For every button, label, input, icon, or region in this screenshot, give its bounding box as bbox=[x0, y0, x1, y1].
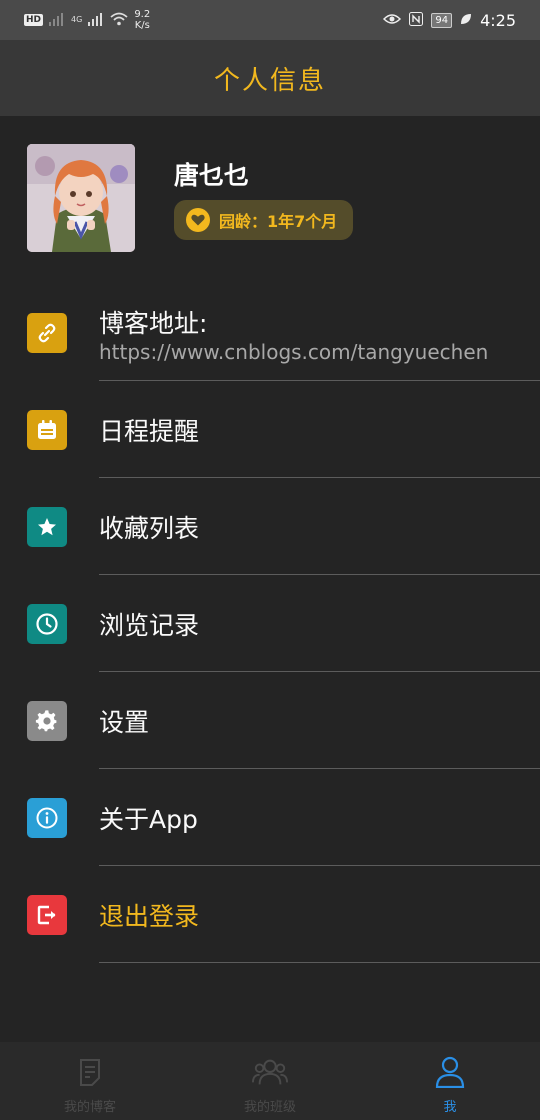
document-icon bbox=[72, 1054, 108, 1090]
eye-icon bbox=[383, 12, 402, 29]
username: 唐乜乜 bbox=[174, 161, 250, 190]
tab-my-blog[interactable]: 我的博客 bbox=[0, 1042, 180, 1120]
menu-item-about[interactable]: 关于App bbox=[0, 769, 540, 866]
menu-item-favorites[interactable]: 收藏列表 bbox=[0, 478, 540, 575]
star-icon bbox=[27, 506, 67, 547]
menu-label: 退出登录 bbox=[99, 901, 200, 931]
clock-icon bbox=[27, 603, 67, 644]
network-speed: 9.2 K/s bbox=[134, 9, 150, 31]
menu-item-history[interactable]: 浏览记录 bbox=[0, 575, 540, 672]
menu-label: 日程提醒 bbox=[99, 416, 200, 446]
signal-icon bbox=[49, 12, 65, 29]
network-speed-unit: K/s bbox=[134, 20, 150, 31]
tab-me[interactable]: 我 bbox=[360, 1042, 540, 1120]
status-right: 94 4:25 bbox=[383, 11, 516, 30]
page-title: 个人信息 bbox=[213, 65, 326, 96]
menu-label: 收藏列表 bbox=[99, 513, 200, 543]
signal-icon-2 bbox=[88, 12, 104, 29]
nfc-icon bbox=[409, 11, 424, 29]
status-left: HD 4G 9.2 K/s bbox=[24, 9, 150, 31]
app-header: 个人信息 bbox=[0, 40, 540, 116]
menu-item-logout[interactable]: 退出登录 bbox=[0, 866, 540, 963]
tab-label: 我的班级 bbox=[243, 1100, 296, 1115]
menu-label: 浏览记录 bbox=[99, 610, 200, 640]
tab-label: 我的博客 bbox=[63, 1100, 116, 1115]
divider bbox=[99, 962, 540, 963]
account-age-text: 园龄：1年7个月 bbox=[219, 212, 338, 231]
account-age-badge: 园龄：1年7个月 bbox=[174, 200, 354, 240]
logout-icon bbox=[27, 894, 67, 935]
network-type-label: 4G bbox=[71, 15, 83, 24]
blog-label: 博客地址: bbox=[99, 309, 208, 338]
person-icon bbox=[432, 1054, 468, 1090]
status-bar: HD 4G 9.2 K/s 94 4:25 bbox=[0, 0, 540, 40]
avatar[interactable] bbox=[27, 144, 135, 252]
network-speed-value: 9.2 bbox=[134, 9, 151, 20]
menu-list: 博客地址: https://www.cnblogs.com/tangyueche… bbox=[0, 280, 540, 963]
info-icon bbox=[27, 797, 67, 838]
wifi-icon bbox=[110, 12, 128, 29]
hd-indicator: HD bbox=[24, 14, 44, 26]
menu-label: 关于App bbox=[99, 804, 198, 834]
link-icon bbox=[27, 313, 67, 353]
leaf-icon bbox=[460, 13, 472, 28]
menu-label: 设置 bbox=[99, 707, 150, 737]
group-icon bbox=[252, 1054, 288, 1090]
calendar-icon bbox=[27, 409, 67, 450]
menu-item-settings[interactable]: 设置 bbox=[0, 672, 540, 769]
menu-item-blog[interactable]: 博客地址: https://www.cnblogs.com/tangyueche… bbox=[0, 280, 540, 381]
battery-indicator: 94 bbox=[431, 12, 453, 28]
tab-label: 我 bbox=[443, 1100, 457, 1115]
heart-icon bbox=[186, 208, 210, 232]
menu-item-schedule-reminder[interactable]: 日程提醒 bbox=[0, 381, 540, 478]
blog-url[interactable]: https://www.cnblogs.com/tangyuechen bbox=[99, 340, 488, 364]
gear-icon bbox=[27, 700, 67, 741]
tab-my-class[interactable]: 我的班级 bbox=[180, 1042, 360, 1120]
profile-section: 唐乜乜 园龄：1年7个月 bbox=[0, 116, 540, 280]
status-time: 4:25 bbox=[480, 10, 516, 30]
bottom-nav: 我的博客 我的班级 我 bbox=[0, 1042, 540, 1120]
avatar-image bbox=[27, 144, 135, 252]
